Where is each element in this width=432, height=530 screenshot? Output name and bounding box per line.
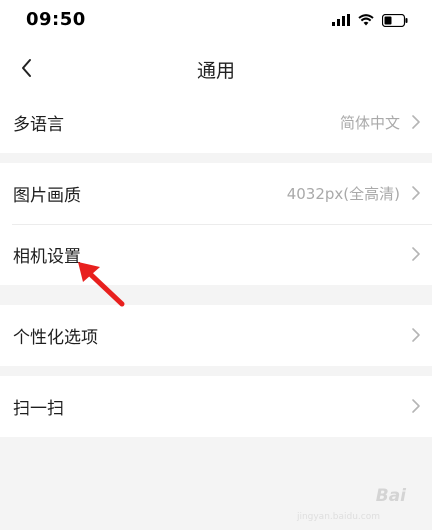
watermark-logo: Bai	[375, 486, 406, 506]
settings-group-personalization: 个性化选项	[0, 305, 432, 366]
settings-group-language: 多语言 简体中文	[0, 92, 432, 153]
wifi-icon	[358, 14, 374, 26]
annotation-arrow-icon	[78, 262, 125, 307]
row-label: 扫一扫	[13, 399, 64, 419]
settings-row-camera-settings[interactable]: 相机设置	[0, 224, 432, 285]
row-label: 多语言	[13, 115, 64, 135]
chevron-right-icon	[412, 328, 420, 342]
settings-row-scan[interactable]: 扫一扫	[0, 376, 432, 437]
settings-group-scan: 扫一扫	[0, 376, 432, 437]
watermark-url: jingyan.baidu.com	[296, 512, 380, 522]
settings-row-language[interactable]: 多语言 简体中文	[0, 92, 432, 153]
nav-bar: 通用	[0, 40, 432, 97]
row-value: 简体中文	[339, 114, 400, 132]
row-label: 图片画质	[13, 186, 81, 206]
chevron-right-icon	[412, 186, 420, 200]
chevron-right-icon	[412, 247, 420, 261]
row-label: 相机设置	[13, 247, 81, 267]
settings-row-personalization[interactable]: 个性化选项	[0, 305, 432, 366]
signal-icon	[332, 14, 350, 26]
row-value: 4032px(全高清)	[286, 185, 400, 203]
chevron-right-icon	[412, 399, 420, 413]
status-time: 09:50	[26, 9, 86, 30]
page-title: 通用	[196, 60, 235, 82]
battery-icon	[382, 13, 408, 27]
status-bar: 09:50	[0, 0, 432, 40]
settings-group-camera: 图片画质 4032px(全高清) 相机设置	[0, 163, 432, 285]
status-icons	[332, 11, 408, 29]
settings-row-image-quality[interactable]: 图片画质 4032px(全高清)	[0, 163, 432, 224]
chevron-right-icon	[412, 115, 420, 129]
row-label: 个性化选项	[13, 328, 98, 348]
